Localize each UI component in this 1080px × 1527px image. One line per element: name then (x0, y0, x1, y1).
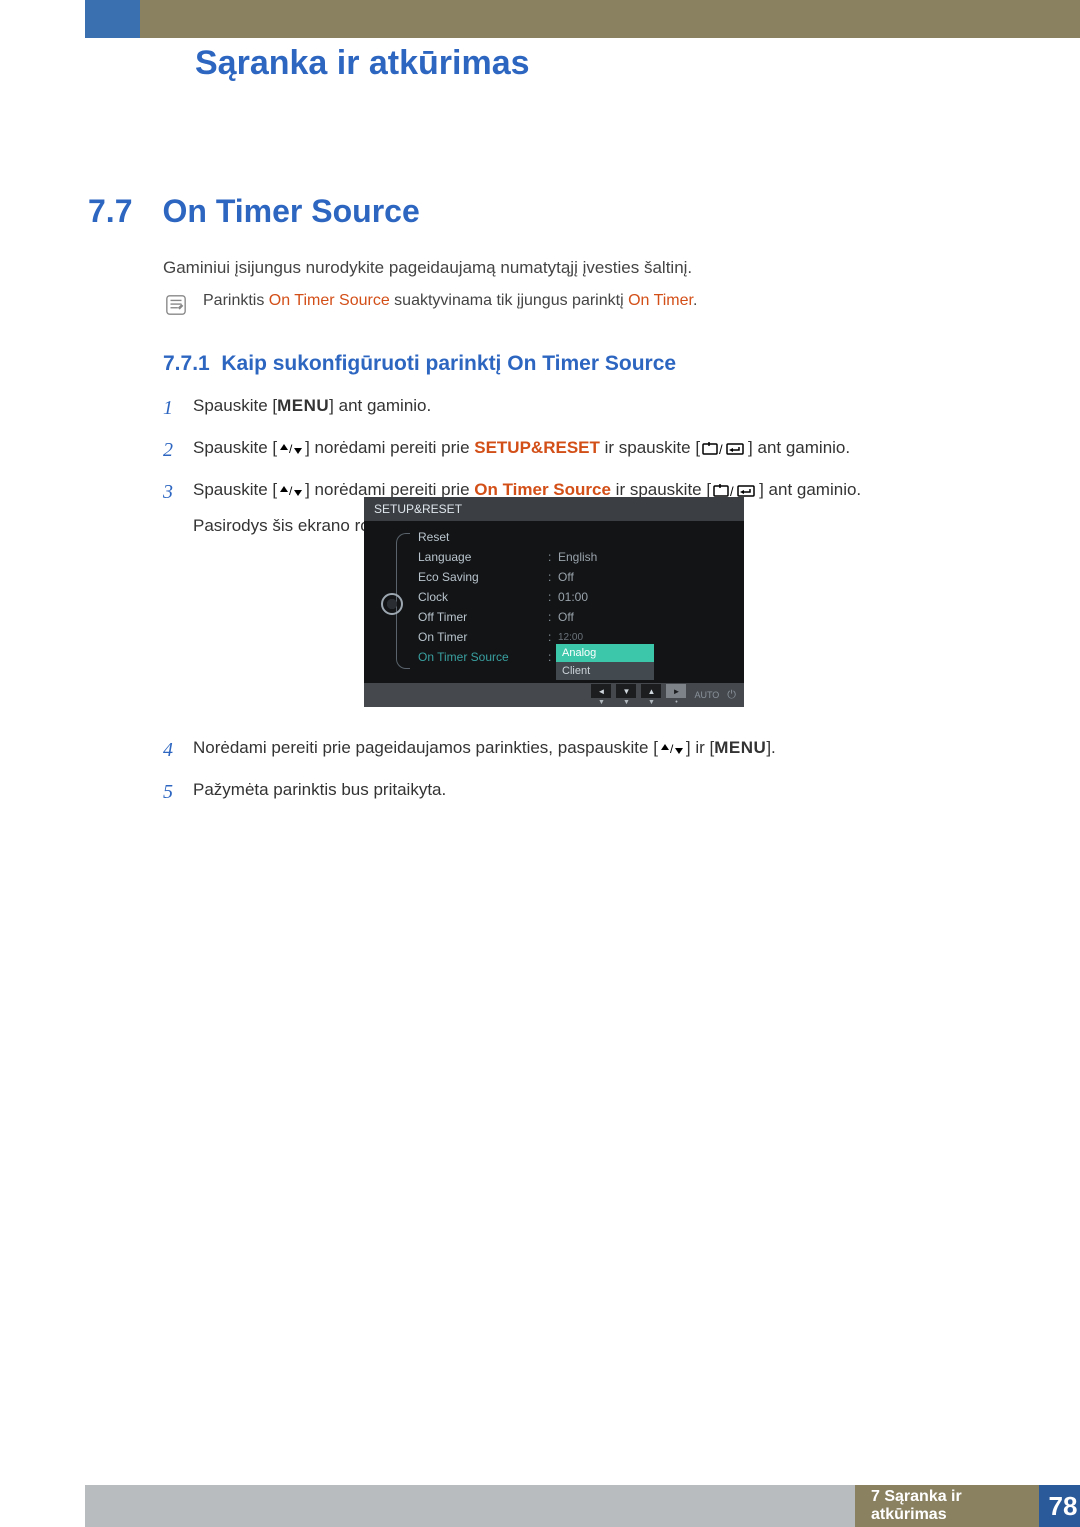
osd-label: Eco Saving (418, 570, 548, 584)
osd-body: Reset Language : English Eco Saving : Of… (364, 521, 744, 683)
osd-colon: : (548, 550, 558, 564)
osd-dropdown-option-analog[interactable]: Analog (556, 644, 654, 662)
steps-lower: 4 Norėdami pereiti prie pageidaujamos pa… (163, 735, 983, 819)
subsection-number: 7.7.1 (163, 352, 210, 375)
osd-label: Language (418, 550, 548, 564)
step-body: Pažymėta parinktis bus pritaikyta. (193, 777, 983, 807)
note-icon (165, 294, 187, 316)
nav-down[interactable]: ▼▼ (616, 684, 636, 706)
step-4: 4 Norėdami pereiti prie pageidaujamos pa… (163, 735, 983, 765)
osd-nav-bar: ◄▼ ▼▼ ▲▼ ►• AUTO ⏻ (364, 683, 744, 707)
osd-row-clock[interactable]: Clock : 01:00 (414, 587, 738, 607)
step-number: 5 (163, 777, 193, 807)
osd-label: On Timer (418, 630, 548, 644)
footer: 7 Sąranka ir atkūrimas 78 (85, 1485, 1080, 1527)
osd-dropdown: Analog Client (556, 644, 654, 680)
osd-row-language[interactable]: Language : English (414, 547, 738, 567)
text: ] ant gaminio. (748, 438, 850, 457)
up-down-icon: / (279, 442, 303, 456)
nav-right[interactable]: ►• (666, 684, 686, 706)
note-text-pre: Parinktis (203, 292, 269, 309)
subsection-heading: 7.7.1 Kaip sukonfigūruoti parinktį On Ti… (163, 352, 676, 376)
section-number: 7.7 (88, 193, 132, 229)
step-body: Norėdami pereiti prie pageidaujamos pari… (193, 735, 983, 765)
text: Spauskite [ (193, 396, 277, 415)
osd-value: Off (558, 610, 734, 624)
page-title: Sąranka ir atkūrimas (195, 44, 530, 83)
menu-button-label: MENU (714, 738, 766, 757)
text: Spauskite [ (193, 480, 277, 499)
highlight: SETUP&RESET (474, 438, 600, 457)
text: ] norėdami pereiti prie (305, 438, 474, 457)
osd-colon: : (548, 590, 558, 604)
note-highlight-1: On Timer Source (269, 292, 390, 309)
osd-colon: : (548, 630, 558, 644)
note-text-post: . (693, 292, 697, 309)
osd-label: Clock (418, 590, 548, 604)
top-bar-olive (140, 0, 1080, 38)
osd-dropdown-option-client[interactable]: Client (556, 662, 654, 680)
step-2: 2 Spauskite [ / ] norėdami pereiti prie SE… (163, 435, 983, 465)
section-intro: Gaminiui įsijungus nurodykite pageidauja… (163, 258, 692, 278)
power-icon[interactable]: ⏻ (727, 689, 736, 702)
note-text: Parinktis On Timer Source suaktyvinama t… (203, 290, 985, 312)
step-1: 1 Spauskite [MENU] ant gaminio. (163, 393, 983, 423)
note-box: Parinktis On Timer Source suaktyvinama t… (165, 290, 985, 312)
step-body: Spauskite [ / ] norėdami pereiti prie SETU… (193, 435, 983, 465)
footer-chapter-label: 7 Sąranka ir atkūrimas (855, 1485, 1039, 1527)
nav-left[interactable]: ◄▼ (591, 684, 611, 706)
step-number: 1 (163, 393, 193, 423)
text: Spauskite [ (193, 438, 277, 457)
osd-value-obscured: 12:00 (558, 632, 734, 643)
subsection-title: Kaip sukonfigūruoti parinktį On Timer So… (221, 352, 676, 375)
note-text-mid: suaktyvinama tik įjungus parinktį (390, 292, 628, 309)
footer-page-number: 78 (1039, 1485, 1080, 1527)
text: ] ant gaminio. (759, 480, 861, 499)
osd-value: 01:00 (558, 590, 734, 604)
text: Norėdami pereiti prie pageidaujamos pari… (193, 738, 658, 757)
osd-colon: : (548, 610, 558, 624)
osd-menu: SETUP&RESET Reset Language : English Eco… (364, 497, 744, 707)
svg-text:/: / (289, 442, 293, 456)
menu-button-label: MENU (277, 396, 329, 415)
osd-icon-column (370, 527, 414, 681)
section-heading: 7.7 On Timer Source (88, 193, 420, 230)
top-tab-blue (85, 0, 140, 38)
osd-label: Reset (418, 530, 548, 544)
nav-up[interactable]: ▲▼ (641, 684, 661, 706)
footer-gray-bar (85, 1485, 855, 1527)
svg-text:/: / (719, 442, 723, 457)
step-5: 5 Pažymėta parinktis bus pritaikyta. (163, 777, 983, 807)
osd-label: On Timer Source (418, 650, 548, 664)
osd-row-offtimer[interactable]: Off Timer : Off (414, 607, 738, 627)
osd-row-reset[interactable]: Reset (414, 527, 738, 547)
up-down-icon: / (660, 742, 684, 756)
nav-auto-label[interactable]: AUTO (694, 690, 719, 700)
text: ]. (766, 738, 775, 757)
step-number: 4 (163, 735, 193, 765)
step-number: 3 (163, 477, 193, 538)
section-title: On Timer Source (162, 193, 419, 229)
source-enter-icon: / (702, 441, 746, 457)
osd-title: SETUP&RESET (364, 497, 744, 521)
osd-colon: : (548, 570, 558, 584)
gear-icon (381, 593, 403, 615)
osd-value: Off (558, 570, 734, 584)
note-highlight-2: On Timer (628, 292, 693, 309)
osd-row-eco[interactable]: Eco Saving : Off (414, 567, 738, 587)
text: ] ant gaminio. (329, 396, 431, 415)
up-down-icon: / (279, 484, 303, 498)
osd-label: Off Timer (418, 610, 548, 624)
text: ] ir [ (686, 738, 714, 757)
osd-value: English (558, 550, 734, 564)
svg-text:/: / (670, 742, 674, 756)
svg-text:/: / (289, 484, 293, 498)
step-number: 2 (163, 435, 193, 465)
text: ir spauskite [ (600, 438, 700, 457)
step-body: Spauskite [MENU] ant gaminio. (193, 393, 983, 423)
